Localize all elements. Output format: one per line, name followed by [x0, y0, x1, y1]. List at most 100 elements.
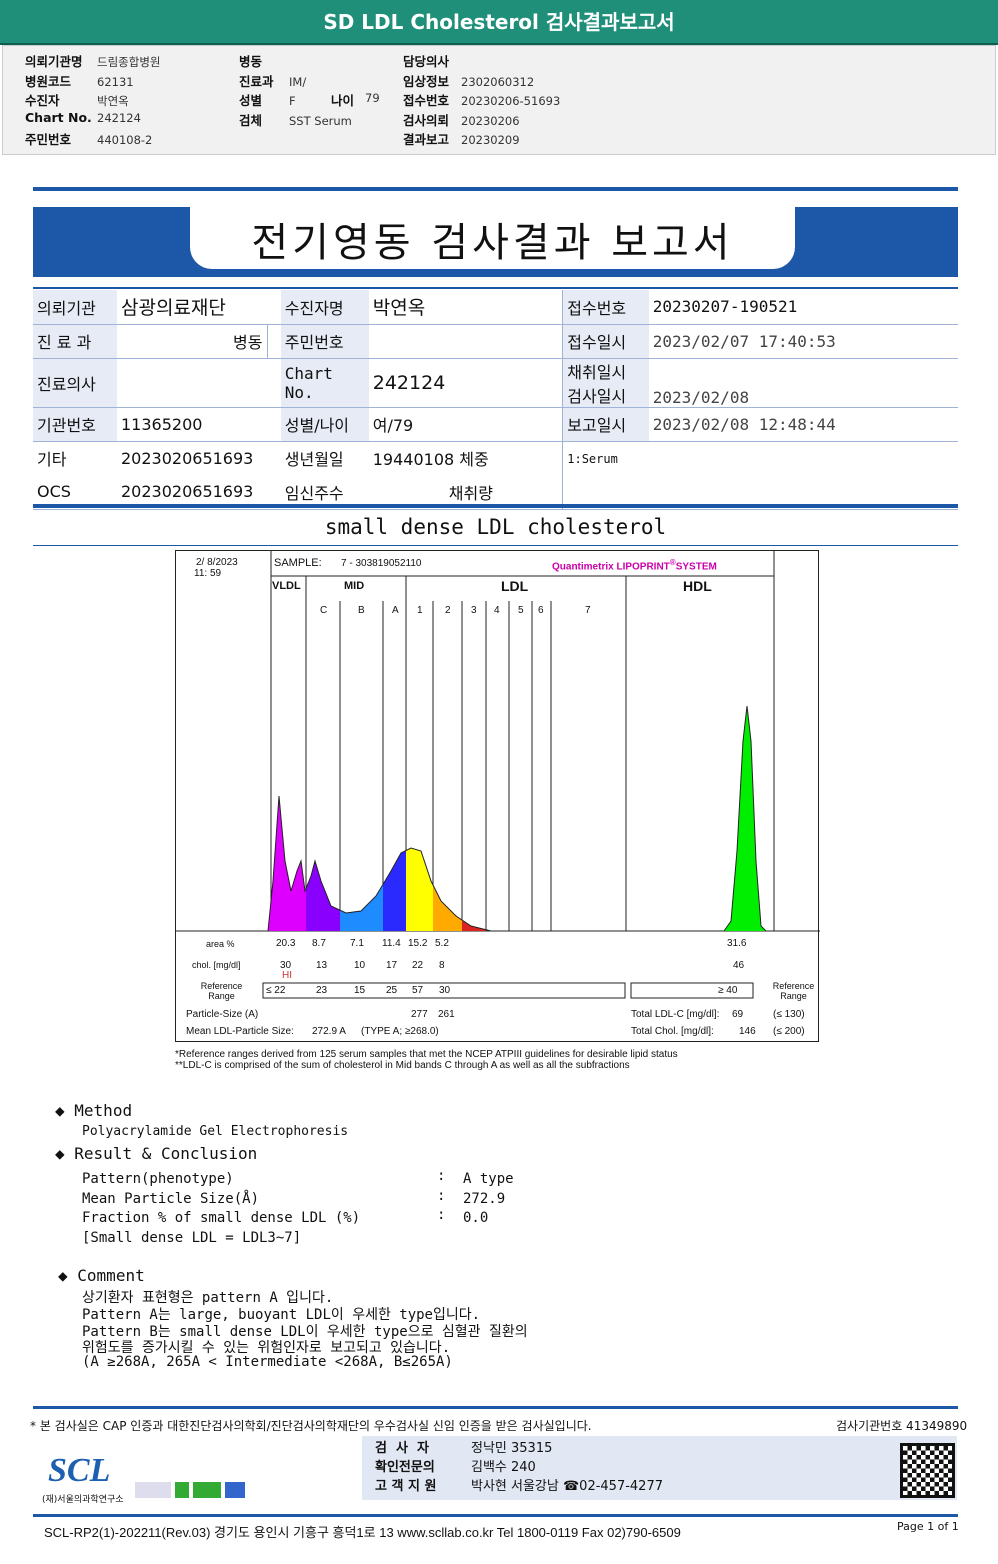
hdl-area-value: 31.6 [727, 938, 747, 949]
info-label: 검사의뢰 [403, 112, 450, 128]
info-label: 성별 [239, 93, 263, 108]
type-value: (TYPE A; ≥268.0) [361, 1026, 439, 1037]
value: 19440108 체중 [372, 450, 489, 470]
info-label: 진료과 [239, 73, 274, 89]
info-value: 드림종합병원 [97, 55, 161, 69]
particle-size-label: Particle-Size (A) [186, 1009, 259, 1020]
footer-address: SCL-RP2(1)-202211(Rev.03) 경기도 용인시 기흥구 흥덕… [44, 1525, 681, 1540]
diamond-icon: ◆ [55, 1101, 65, 1120]
signature-label: 검 사 자 [375, 1441, 429, 1456]
result-value: 0.0 [463, 1210, 489, 1226]
brand-suffix: SYSTEM [675, 561, 717, 573]
mean-size-value: 272.9 A [312, 1026, 346, 1037]
result-note: [Small dense LDL = LDL3~7] [82, 1230, 302, 1246]
result-label: Mean Particle Size(Å) [82, 1190, 260, 1207]
area-value: 11.4 [382, 938, 401, 949]
result-value: A type [463, 1171, 514, 1187]
document-title: 전기영동 검사결과 보고서 [251, 220, 734, 266]
value: 20230207-190521 [648, 290, 958, 325]
peak-fill-l3 [462, 706, 486, 931]
info-value: 242124 [97, 110, 141, 125]
band-label: C [320, 605, 328, 616]
info-value: 20230206 [461, 113, 520, 128]
info-label: 수진자 [25, 93, 60, 108]
info-row: 병원코드 62131 [25, 71, 134, 90]
info-label: 의뢰기관명 [25, 54, 83, 69]
band-label: 3 [471, 605, 477, 616]
value: 삼광의료재단 [117, 290, 281, 325]
total-ldl-label: Total LDL-C [mg/dl]: [631, 1009, 720, 1020]
info-label: Chart No. [25, 109, 92, 125]
peak-fill-l2 [433, 706, 462, 931]
group-label-hdl: HDL [683, 578, 712, 594]
reference-value: 57 [412, 985, 424, 996]
band-label: 6 [538, 605, 544, 616]
label: 보고일시 [562, 407, 649, 442]
hdl-reference-label: Reference Range [772, 981, 815, 1001]
info-value: 62131 [97, 74, 134, 89]
area-value: 8.7 [312, 938, 326, 949]
total-chol-label: Total Chol. [mg/dl]: [631, 1026, 714, 1037]
value: 242124 [368, 358, 563, 408]
sample-label: SAMPLE: [274, 557, 322, 569]
signature-row: 검 사 자 정낙민 35315 [375, 1437, 552, 1456]
age-label: 나이 [331, 93, 355, 108]
info-label: 주민번호 [25, 132, 72, 147]
signature-row: 확인전문의 김백수 240 [375, 1456, 536, 1475]
total-chol-value: 146 [739, 1026, 756, 1037]
info-value: 2302060312 [461, 74, 535, 89]
method-text: Polyacrylamide Gel Electrophoresis [82, 1124, 349, 1139]
peak-fill-c [306, 706, 340, 931]
peak-fill-a [383, 706, 406, 931]
band-label: 4 [494, 605, 500, 616]
label: 접수일시 [562, 324, 649, 359]
label: 주민번호 [280, 324, 369, 359]
patient-info-panel: 의뢰기관명 드림종합병원병원코드 62131 수진자 박연옥 Chart No. 24212… [2, 45, 996, 155]
reference-value: ≤ 22 [266, 985, 286, 996]
reference-value: 30 [439, 985, 451, 996]
signature-value: 박사현 서울강남 ☎02-457-4277 [471, 1479, 663, 1494]
peak-fill-l4 [486, 706, 509, 931]
info-value: 박연옥 [97, 94, 129, 108]
value: 11365200 [117, 407, 281, 442]
info-row: 결과보고 20230209 [403, 129, 520, 148]
area-value: 15.2 [408, 938, 428, 949]
method-heading: ◆ Method [55, 1101, 132, 1120]
total-chol-ref: (≤ 200) [773, 1026, 805, 1037]
electrophoresis-chart: 2/ 8/2023 11: 59 SAMPLE: 7 - 30381905211… [175, 550, 820, 1042]
chol-value: 17 [386, 960, 398, 971]
value [117, 358, 281, 408]
area-value: 20.3 [276, 938, 296, 949]
info-label: 담당의사 [403, 54, 450, 69]
particle-size-value: 261 [438, 1009, 455, 1020]
value: 1:Serum [562, 441, 958, 510]
hdl-chol-value: 46 [733, 960, 745, 971]
comment-title: Comment [77, 1266, 145, 1285]
peak-fill-b [340, 706, 383, 931]
label: 검사일시 [567, 386, 627, 406]
accreditation-logos [135, 1482, 255, 1500]
chol-value: 13 [316, 960, 328, 971]
label: 생년월일 [284, 450, 344, 470]
result-title: Result & Conclusion [74, 1144, 258, 1163]
value: 2023/02/08 [648, 358, 958, 408]
certification-note: * 본 검사실은 CAP 인증과 대한진단검사의학회/진단검사의학재단의 우수검… [30, 1419, 592, 1433]
section-title: small dense LDL cholesterol [324, 515, 667, 539]
label: Chart No. [280, 358, 369, 408]
scl-logo: SCL [48, 1452, 111, 1489]
value [368, 324, 563, 359]
info-value: 20230206-51693 [461, 94, 561, 108]
label: 채취일시 [567, 362, 627, 382]
brand-label: Quantimetrix LIPOPRINT®SYSTEM [552, 558, 717, 573]
value: 박연옥 [368, 290, 563, 325]
label: 수진자명 [280, 290, 369, 325]
age-value: 79 [365, 91, 380, 105]
group-label-mid: MID [344, 580, 365, 592]
footnote: **LDL-C is comprised of the sum of chole… [175, 1060, 630, 1071]
brand: Quantimetrix LIPOPRINT [552, 561, 670, 573]
comment-heading: ◆ Comment [58, 1266, 145, 1285]
info-label: 병원코드 [25, 73, 72, 89]
band-label: 7 [585, 605, 591, 616]
result-heading: ◆ Result & Conclusion [55, 1144, 257, 1163]
label: 진료의사 [33, 358, 117, 408]
